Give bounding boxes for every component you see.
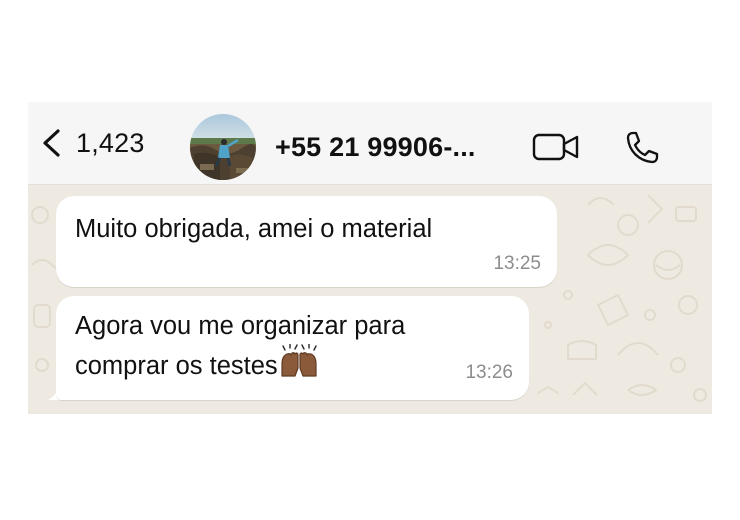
message-line: Agora vou me organizar para: [75, 312, 406, 340]
raising-hands-emoji: [279, 343, 319, 388]
voice-call-button[interactable]: [624, 130, 664, 166]
video-call-button[interactable]: [532, 133, 580, 161]
chat-window: 1,423 +55 21 99906-... Muito obrigada, a…: [28, 102, 712, 414]
phone-icon[interactable]: [624, 131, 664, 170]
back-button[interactable]: 1,423: [40, 128, 145, 158]
video-camera-icon[interactable]: [532, 133, 580, 165]
message-text: Agora vou me organizar para comprar os t…: [75, 308, 405, 388]
unread-count[interactable]: 1,423: [76, 128, 145, 159]
message-bubble[interactable]: Muito obrigada, amei o material 13:25: [56, 196, 557, 287]
chat-header: 1,423 +55 21 99906-...: [28, 102, 712, 185]
message-time: 13:26: [465, 362, 513, 383]
contact-name[interactable]: +55 21 99906-...: [275, 132, 476, 163]
message-text: Muito obrigada, amei o material: [75, 215, 433, 243]
message-line: comprar os testes: [75, 352, 278, 380]
chat-area[interactable]: Muito obrigada, amei o material 13:25 Ag…: [28, 185, 712, 414]
message-time: 13:25: [493, 253, 541, 274]
message-bubble[interactable]: Agora vou me organizar para comprar os t…: [56, 296, 529, 400]
chevron-left-icon[interactable]: [40, 128, 62, 158]
avatar[interactable]: [190, 114, 256, 180]
